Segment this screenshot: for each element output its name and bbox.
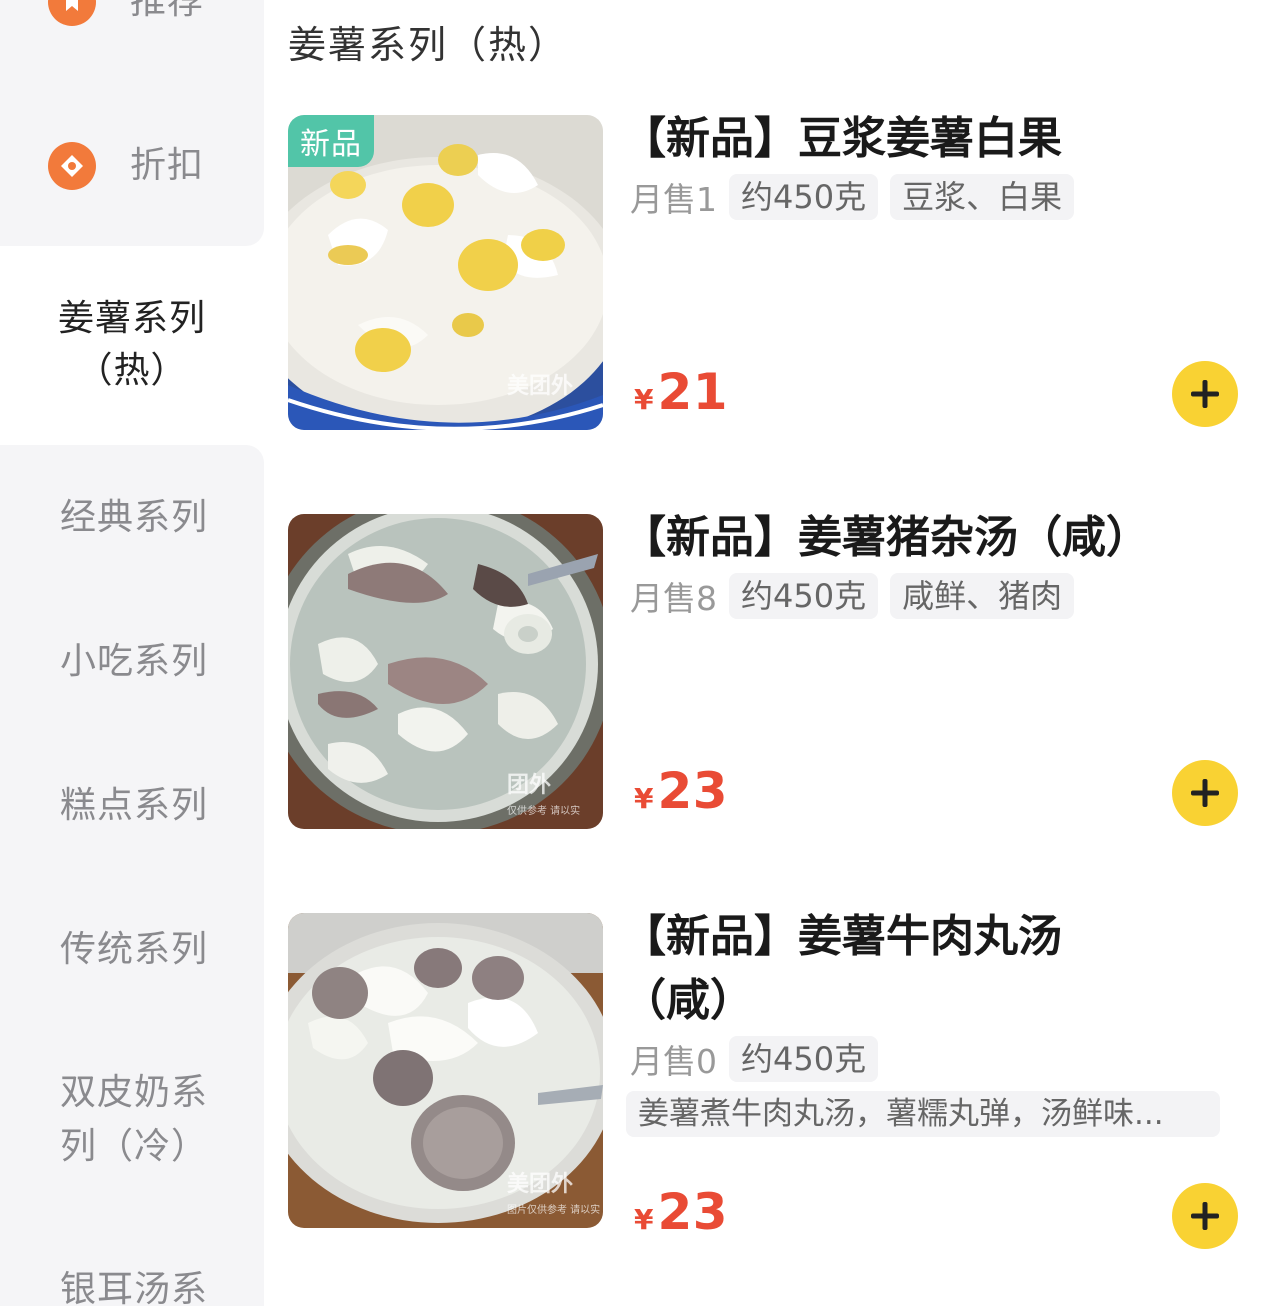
sidebar-item-label-line1: 姜薯系列: [57, 297, 206, 339]
product-price: ¥ 21: [634, 363, 728, 421]
sidebar-item-label: 糕点系列: [60, 785, 209, 826]
product-meta: 月售8 约450克 咸鲜、猪肉: [630, 572, 1250, 620]
sidebar-item-double-skin-milk-cold[interactable]: 双皮奶系 列（冷）: [0, 1066, 210, 1176]
sidebar-item-label: 传统系列: [60, 929, 209, 970]
sidebar-item-pastry[interactable]: 糕点系列: [0, 778, 210, 834]
product-card[interactable]: 美团外 图片仅供参考 请以实 【新品】姜薯牛肉丸汤 （咸） 月售0 约450克 …: [288, 911, 1284, 1273]
sidebar-item-ginger-yam-hot[interactable]: 姜薯系列 （热）: [0, 290, 264, 400]
product-card[interactable]: 新品 美团外 【新品】豆浆姜薯白果 月售1 约450克 豆浆、白果 ¥ 21: [288, 113, 1284, 431]
flavor-chip: 咸鲜、猪肉: [890, 573, 1075, 619]
sidebar-item-discount[interactable]: 折扣: [0, 134, 264, 198]
description-chip: 姜薯煮牛肉丸汤，薯糯丸弹，汤鲜味...: [626, 1091, 1220, 1137]
new-badge: 新品: [288, 115, 374, 167]
flavor-chip: 豆浆、白果: [890, 174, 1075, 220]
sidebar-item-traditional[interactable]: 传统系列: [0, 922, 210, 978]
monthly-sales: 月售1: [630, 180, 717, 219]
product-card[interactable]: 团外 仅供参考 请以实 【新品】姜薯猪杂汤（咸） 月售8 约450克 咸鲜、猪肉…: [288, 512, 1284, 830]
price-value: 23: [657, 1183, 729, 1241]
sidebar-item-recommend[interactable]: 推荐: [0, 0, 264, 32]
product-image[interactable]: 美团外 图片仅供参考 请以实: [288, 913, 603, 1228]
product-name: 【新品】豆浆姜薯白果: [622, 113, 1062, 164]
add-to-cart-button[interactable]: [1172, 361, 1238, 427]
sidebar-item-classic[interactable]: 经典系列: [0, 490, 210, 546]
price-value: 21: [657, 363, 729, 421]
price-value: 23: [657, 762, 729, 820]
product-name-line1: 【新品】姜薯牛肉丸汤: [622, 911, 1062, 962]
currency-symbol: ¥: [634, 383, 654, 416]
discount-tag-icon: [48, 142, 96, 190]
sidebar-item-tremella-soup[interactable]: 银耳汤系: [0, 1262, 210, 1306]
sidebar-item-snacks[interactable]: 小吃系列: [0, 634, 210, 690]
product-name-line2: （咸）: [622, 975, 754, 1026]
image-watermark: 美团外: [507, 374, 574, 399]
plus-icon: [1191, 1202, 1219, 1230]
product-meta: 月售1 约450克 豆浆、白果: [630, 173, 1250, 221]
product-image[interactable]: 新品 美团外: [288, 115, 603, 430]
monthly-sales: 月售0: [630, 1042, 717, 1081]
sidebar-item-label: 小吃系列: [60, 641, 209, 682]
product-price: ¥ 23: [634, 1183, 728, 1241]
add-to-cart-button[interactable]: [1172, 1183, 1238, 1249]
weight-chip: 约450克: [729, 1036, 879, 1082]
product-info: 【新品】姜薯牛肉丸汤 （咸） 月售0 约450克 姜薯煮牛肉丸汤，薯糯丸弹，汤鲜…: [622, 911, 1250, 1229]
image-watermark-sub: 图片仅供参考 请以实: [507, 1205, 601, 1216]
sidebar-item-label-line2: 列（冷）: [60, 1126, 209, 1167]
sidebar-item-label: 折扣: [130, 145, 205, 186]
sidebar-item-label-line1: 双皮奶系: [60, 1072, 209, 1113]
sidebar-item-label: 推荐: [130, 0, 205, 22]
app-screen: 推荐 折扣 姜薯系列 （热） 经典系列 小吃系列 糕点系列 传统系列 双皮奶系 …: [0, 0, 1284, 1306]
product-name: 【新品】姜薯猪杂汤（咸）: [622, 512, 1150, 563]
product-image[interactable]: 团外 仅供参考 请以实: [288, 514, 603, 829]
bookmark-icon: [48, 0, 96, 26]
weight-chip: 约450克: [729, 573, 879, 619]
currency-symbol: ¥: [634, 1203, 654, 1236]
product-name: 【新品】姜薯牛肉丸汤 （咸）: [622, 905, 1182, 1033]
plus-icon: [1191, 779, 1219, 807]
currency-symbol: ¥: [634, 782, 654, 815]
image-watermark: 美团外: [507, 1172, 574, 1197]
sidebar-bg-top: [0, 0, 264, 246]
product-meta: 月售0 约450克: [630, 1035, 1250, 1083]
weight-chip: 约450克: [729, 174, 879, 220]
sidebar-item-label: 经典系列: [60, 497, 209, 538]
category-sidebar: 推荐 折扣 姜薯系列 （热） 经典系列 小吃系列 糕点系列 传统系列 双皮奶系 …: [0, 0, 264, 1306]
image-watermark: 团外: [507, 773, 552, 798]
section-title: 姜薯系列（热）: [288, 23, 569, 67]
sidebar-bg-bottom: [0, 445, 264, 1306]
image-watermark-sub: 仅供参考 请以实: [507, 806, 581, 817]
add-to-cart-button[interactable]: [1172, 760, 1238, 826]
monthly-sales: 月售8: [630, 579, 717, 618]
plus-icon: [1191, 380, 1219, 408]
product-price: ¥ 23: [634, 762, 728, 820]
sidebar-item-label: 银耳汤系: [60, 1269, 209, 1306]
product-list: 姜薯系列（热） 新品 美团外 【新品】豆浆姜薯白果 月售1 约450克 豆浆、白…: [288, 0, 1284, 1306]
sidebar-item-label-line2: （热）: [76, 350, 188, 391]
